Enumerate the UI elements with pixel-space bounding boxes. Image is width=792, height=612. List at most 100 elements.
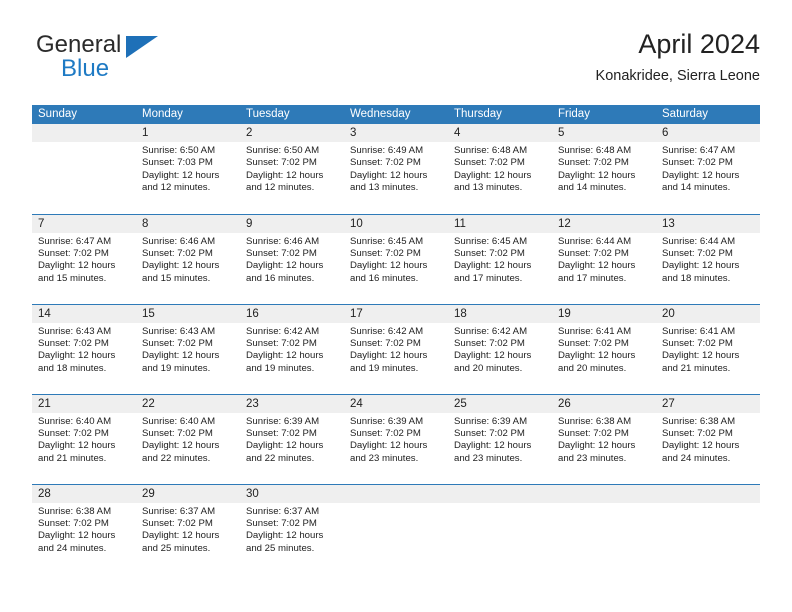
sunrise-text: Sunrise: 6:44 AM — [662, 235, 736, 247]
calendar-day-cell[interactable]: 13 Sunrise: 6:44 AM Sunset: 7:02 PM Dayligh… — [656, 213, 760, 304]
day-cell-inner: 28 Sunrise: 6:38 AM Sunset: 7:02 PM Dayligh… — [32, 484, 136, 575]
calendar-day-cell[interactable]: 30 Sunrise: 6:37 AM Sunset: 7:02 PM Dayligh… — [240, 483, 344, 574]
day-number: 24 — [344, 394, 448, 413]
daylight-text: Daylight: 12 hours — [246, 260, 324, 272]
sunset-text: Sunset: 7:02 PM — [246, 337, 317, 349]
calendar-day-cell[interactable]: 21 Sunrise: 6:40 AM Sunset: 7:02 PM Dayligh… — [32, 393, 136, 484]
calendar-day-cell[interactable]: 18 Sunrise: 6:42 AM Sunset: 7:02 PM Dayligh… — [448, 303, 552, 394]
calendar-day-cell[interactable]: 9 Sunrise: 6:46 AM Sunset: 7:02 PM Daylight… — [240, 213, 344, 304]
day-number: 29 — [136, 484, 240, 503]
calendar-day-cell[interactable]: 26 Sunrise: 6:38 AM Sunset: 7:02 PM Dayligh… — [552, 393, 656, 484]
sunrise-text: Sunrise: 6:48 AM — [558, 145, 632, 156]
calendar-day-cell[interactable]: 29 Sunrise: 6:37 AM Sunset: 7:02 PM Dayligh… — [136, 483, 240, 575]
calendar-week-row: 7 Sunrise: 6:47 AM Sunset: 7:02 PM Daylight… — [32, 213, 760, 304]
daylight-text-cont: and 16 minutes. — [246, 272, 315, 284]
day-cell-details: Sunrise: 6:43 AM Sunset: 7:02 PM Daylight:… — [32, 323, 136, 376]
day-number: 13 — [656, 214, 760, 233]
sunset-text: Sunset: 7:02 PM — [662, 427, 733, 439]
daylight-text: Daylight: 12 hours — [350, 169, 428, 181]
daylight-text: Daylight: 12 hours — [142, 530, 220, 542]
calendar-day-cell[interactable]: 12 Sunrise: 6:44 AM Sunset: 7:02 PM Dayligh… — [552, 213, 656, 304]
sunrise-text: Sunrise: 6:47 AM — [662, 145, 736, 156]
calendar-body: 1 Sunrise: 6:50 AM Sunset: 7:03 PM Daylight… — [32, 124, 760, 574]
weekday-header-wednesday: Wednesday — [344, 105, 448, 124]
daylight-text-cont: and 17 minutes. — [558, 272, 627, 284]
day-cell-details: Sunrise: 6:42 AM Sunset: 7:02 PM Daylight:… — [344, 323, 448, 376]
day-number: 11 — [448, 214, 552, 233]
day-number: 19 — [552, 304, 656, 323]
calendar-day-cell[interactable]: 16 Sunrise: 6:42 AM Sunset: 7:02 PM Dayligh… — [240, 303, 344, 394]
sunset-text: Sunset: 7:02 PM — [246, 517, 317, 529]
daylight-text-cont: and 22 minutes. — [246, 452, 315, 464]
calendar-day-cell[interactable]: 28 Sunrise: 6:38 AM Sunset: 7:02 PM Dayligh… — [32, 483, 136, 575]
day-cell-details: Sunrise: 6:47 AM Sunset: 7:02 PM Daylight:… — [656, 142, 760, 195]
sunrise-text: Sunrise: 6:43 AM — [142, 325, 216, 337]
day-number: 8 — [136, 214, 240, 233]
calendar-day-cell[interactable]: 17 Sunrise: 6:42 AM Sunset: 7:02 PM Dayligh… — [344, 303, 448, 394]
sunrise-text: Sunrise: 6:44 AM — [558, 235, 632, 247]
calendar-day-cell[interactable]: 19 Sunrise: 6:41 AM Sunset: 7:02 PM Dayligh… — [552, 303, 656, 394]
daylight-text: Daylight: 12 hours — [38, 350, 116, 362]
daylight-text-cont: and 14 minutes. — [662, 182, 731, 194]
daylight-text: Daylight: 12 hours — [142, 440, 220, 452]
calendar-day-cell[interactable]: 14 Sunrise: 6:43 AM Sunset: 7:02 PM Dayligh… — [32, 303, 136, 394]
day-cell-inner: 29 Sunrise: 6:37 AM Sunset: 7:02 PM Dayligh… — [136, 484, 240, 575]
weekday-header-tuesday: Tuesday — [240, 105, 344, 124]
daylight-text: Daylight: 12 hours — [350, 260, 428, 272]
sunset-text: Sunset: 7:02 PM — [662, 247, 733, 259]
day-cell-details: Sunrise: 6:44 AM Sunset: 7:02 PM Daylight:… — [656, 233, 760, 286]
day-number: 9 — [240, 214, 344, 233]
daylight-text-cont: and 13 minutes. — [350, 182, 419, 194]
sunrise-text: Sunrise: 6:37 AM — [142, 505, 216, 517]
calendar-day-cell[interactable]: 7 Sunrise: 6:47 AM Sunset: 7:02 PM Daylight… — [32, 213, 136, 304]
sunrise-text: Sunrise: 6:41 AM — [662, 325, 736, 337]
day-cell-inner: 2 Sunrise: 6:50 AM Sunset: 7:02 PM Daylight… — [240, 124, 344, 214]
daylight-text-cont: and 20 minutes. — [454, 362, 523, 374]
calendar-day-cell[interactable]: 24 Sunrise: 6:39 AM Sunset: 7:02 PM Dayligh… — [344, 393, 448, 484]
calendar-day-cell[interactable]: 10 Sunrise: 6:45 AM Sunset: 7:02 PM Dayligh… — [344, 213, 448, 304]
calendar-day-cell[interactable]: 5 Sunrise: 6:48 AM Sunset: 7:02 PM Daylight… — [552, 124, 656, 214]
sunrise-text: Sunrise: 6:38 AM — [38, 505, 112, 517]
daylight-text-cont: and 22 minutes. — [142, 452, 211, 464]
day-cell-details: Sunrise: 6:45 AM Sunset: 7:02 PM Daylight:… — [448, 233, 552, 286]
daylight-text: Daylight: 12 hours — [662, 350, 740, 362]
daylight-text-cont: and 23 minutes. — [454, 452, 523, 464]
daylight-text-cont: and 25 minutes. — [246, 542, 315, 554]
daylight-text-cont: and 23 minutes. — [350, 452, 419, 464]
day-cell-details: Sunrise: 6:41 AM Sunset: 7:02 PM Daylight:… — [552, 323, 656, 376]
calendar-day-cell[interactable]: 23 Sunrise: 6:39 AM Sunset: 7:02 PM Dayligh… — [240, 393, 344, 484]
day-number: 14 — [32, 304, 136, 323]
calendar-day-cell[interactable]: 8 Sunrise: 6:46 AM Sunset: 7:02 PM Daylight… — [136, 213, 240, 304]
day-cell-details: Sunrise: 6:47 AM Sunset: 7:02 PM Daylight:… — [32, 233, 136, 286]
general-blue-logo[interactable]: General Blue — [32, 32, 242, 92]
day-cell-details: Sunrise: 6:39 AM Sunset: 7:02 PM Daylight:… — [448, 413, 552, 466]
weekday-header-sunday: Sunday — [32, 105, 136, 124]
calendar-day-cell[interactable]: 27 Sunrise: 6:38 AM Sunset: 7:02 PM Dayligh… — [656, 393, 760, 484]
sunrise-text: Sunrise: 6:45 AM — [350, 235, 424, 247]
calendar-day-cell[interactable]: 6 Sunrise: 6:47 AM Sunset: 7:02 PM Daylight… — [656, 124, 760, 214]
daylight-text-cont: and 21 minutes. — [38, 452, 107, 464]
sunset-text: Sunset: 7:02 PM — [142, 427, 213, 439]
day-number: 16 — [240, 304, 344, 323]
calendar-day-cell[interactable]: 2 Sunrise: 6:50 AM Sunset: 7:02 PM Daylight… — [240, 124, 344, 214]
day-cell-details: Sunrise: 6:48 AM Sunset: 7:02 PM Daylight:… — [552, 142, 656, 195]
daylight-text: Daylight: 12 hours — [350, 350, 428, 362]
calendar-day-cell[interactable]: 22 Sunrise: 6:40 AM Sunset: 7:02 PM Dayligh… — [136, 393, 240, 484]
day-number: 3 — [344, 124, 448, 142]
calendar-day-cell[interactable]: 3 Sunrise: 6:49 AM Sunset: 7:02 PM Daylight… — [344, 124, 448, 214]
calendar-day-cell[interactable]: 1 Sunrise: 6:50 AM Sunset: 7:03 PM Daylight… — [136, 124, 240, 214]
calendar-day-cell[interactable]: 4 Sunrise: 6:48 AM Sunset: 7:02 PM Daylight… — [448, 124, 552, 214]
daylight-text-cont: and 18 minutes. — [38, 362, 107, 374]
weekday-header-thursday: Thursday — [448, 105, 552, 124]
day-cell-details: Sunrise: 6:40 AM Sunset: 7:02 PM Daylight:… — [32, 413, 136, 466]
sunset-text: Sunset: 7:02 PM — [558, 247, 629, 259]
day-cell-inner: 7 Sunrise: 6:47 AM Sunset: 7:02 PM Daylight… — [32, 214, 136, 304]
calendar-day-cell[interactable]: 25 Sunrise: 6:39 AM Sunset: 7:02 PM Dayligh… — [448, 393, 552, 484]
daylight-text-cont: and 24 minutes. — [662, 452, 731, 464]
page-header: General Blue April 2024 Konakridee, Sier… — [32, 28, 760, 100]
calendar-day-cell[interactable]: 20 Sunrise: 6:41 AM Sunset: 7:02 PM Dayligh… — [656, 303, 760, 394]
calendar-day-cell[interactable]: 15 Sunrise: 6:43 AM Sunset: 7:02 PM Dayligh… — [136, 303, 240, 394]
sunrise-text: Sunrise: 6:39 AM — [454, 415, 528, 427]
calendar-day-cell[interactable]: 11 Sunrise: 6:45 AM Sunset: 7:02 PM Dayligh… — [448, 213, 552, 304]
daylight-text: Daylight: 12 hours — [142, 350, 220, 362]
